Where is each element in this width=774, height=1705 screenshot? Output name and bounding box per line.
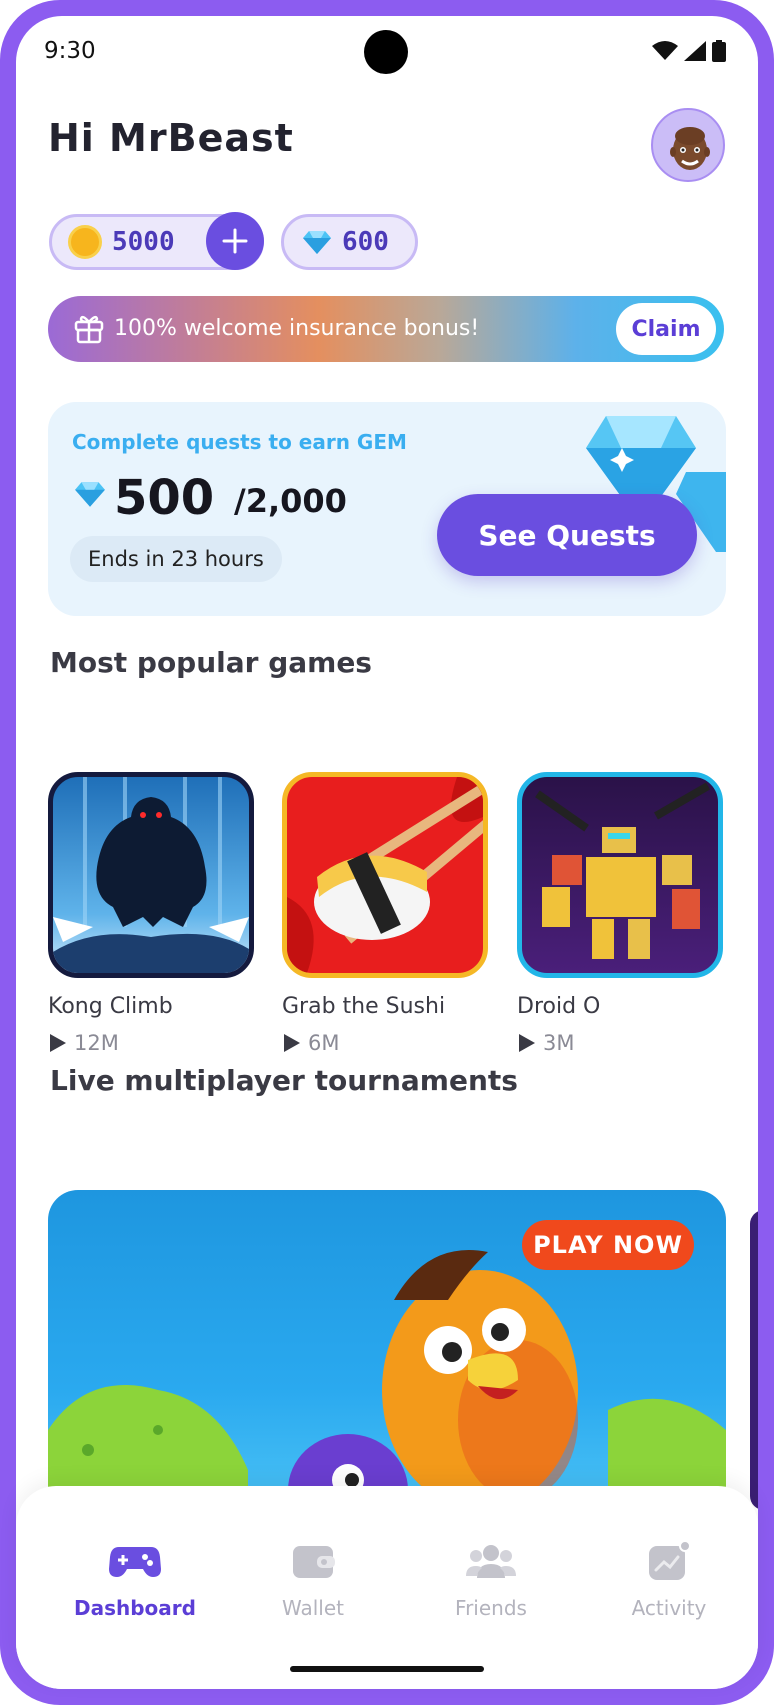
bonus-text: 100% welcome insurance bonus! xyxy=(114,316,480,341)
memoji-avatar-icon xyxy=(670,127,710,170)
nav-dashboard[interactable]: Dashboard xyxy=(60,1538,210,1620)
claim-button[interactable]: Claim xyxy=(616,303,716,355)
home-indicator[interactable] xyxy=(290,1666,484,1672)
tournament-banner[interactable]: PLAY NOW xyxy=(48,1190,726,1520)
coin-balance: 5000 xyxy=(112,227,175,257)
quest-card: Complete quests to earn GEM 500 /2,000 E… xyxy=(48,402,726,616)
popular-games-title: Most popular games xyxy=(50,646,372,679)
battery-icon xyxy=(712,40,726,62)
next-tournament-card-peek[interactable] xyxy=(750,1210,758,1510)
game-thumbnail[interactable] xyxy=(517,772,723,978)
gorilla-art-icon xyxy=(53,777,249,973)
nav-wallet[interactable]: Wallet xyxy=(238,1538,388,1620)
robot-art-icon xyxy=(535,782,710,959)
app-screen: 9:30 Hi MrBeast 5000 600 100% welcome in… xyxy=(16,16,758,1689)
gem-balance-pill[interactable]: 600 xyxy=(281,214,418,270)
nav-label: Activity xyxy=(631,1596,707,1620)
play-icon xyxy=(50,1034,66,1052)
coin-icon xyxy=(68,225,102,259)
gem-icon xyxy=(303,231,331,254)
nav-label: Dashboard xyxy=(74,1596,196,1620)
game-name: Droid O xyxy=(517,994,601,1019)
status-icons xyxy=(652,40,726,62)
gem-balance: 600 xyxy=(342,227,389,257)
nav-label: Wallet xyxy=(281,1596,344,1620)
game-card-kong-climb[interactable]: Kong Climb 12M xyxy=(48,772,256,1055)
play-count: 6M xyxy=(308,1031,340,1055)
add-coins-button[interactable] xyxy=(206,212,264,270)
game-plays: 6M xyxy=(282,1031,490,1055)
status-time: 9:30 xyxy=(44,38,96,64)
welcome-bonus-banner[interactable]: 100% welcome insurance bonus! Claim xyxy=(48,296,724,362)
play-icon xyxy=(284,1034,300,1052)
play-now-button[interactable]: PLAY NOW xyxy=(522,1220,694,1270)
play-count: 3M xyxy=(543,1031,575,1055)
sushi-art-icon xyxy=(287,777,483,973)
front-camera xyxy=(364,30,408,74)
activity-icon xyxy=(642,1538,696,1584)
plus-icon xyxy=(222,228,248,254)
friends-icon xyxy=(464,1538,518,1584)
game-card-grab-the-sushi[interactable]: Grab the Sushi 6M xyxy=(282,772,490,1055)
see-quests-button[interactable]: See Quests xyxy=(437,494,697,576)
gift-icon xyxy=(74,315,104,344)
gem-icon xyxy=(75,482,105,507)
game-plays: 3M xyxy=(517,1031,725,1055)
nav-friends[interactable]: Friends xyxy=(416,1538,566,1620)
quest-gem-current: 500 xyxy=(114,470,215,526)
game-thumbnail[interactable] xyxy=(282,772,488,978)
quest-timer-badge: Ends in 23 hours xyxy=(70,536,282,582)
game-name: Grab the Sushi xyxy=(282,994,446,1019)
game-name: Kong Climb xyxy=(48,994,173,1019)
game-plays: 12M xyxy=(48,1031,256,1055)
wifi-icon xyxy=(652,41,678,60)
tournaments-title: Live multiplayer tournaments xyxy=(50,1064,518,1097)
greeting-title: Hi MrBeast xyxy=(48,116,294,160)
gamepad-icon xyxy=(108,1538,162,1584)
wallet-icon xyxy=(286,1538,340,1584)
game-thumbnail[interactable] xyxy=(48,772,254,978)
game-card-droid-o[interactable]: Droid O 3M xyxy=(517,772,725,1055)
play-count: 12M xyxy=(74,1031,119,1055)
quest-title: Complete quests to earn GEM xyxy=(72,430,407,454)
nav-label: Friends xyxy=(455,1596,527,1620)
quest-gem-total: /2,000 xyxy=(234,482,347,520)
bottom-navigation: Dashboard Wallet Friends Activity xyxy=(16,1486,758,1689)
signal-icon xyxy=(684,41,706,61)
play-icon xyxy=(519,1034,535,1052)
avatar[interactable] xyxy=(651,108,725,182)
nav-activity[interactable]: Activity xyxy=(594,1538,744,1620)
